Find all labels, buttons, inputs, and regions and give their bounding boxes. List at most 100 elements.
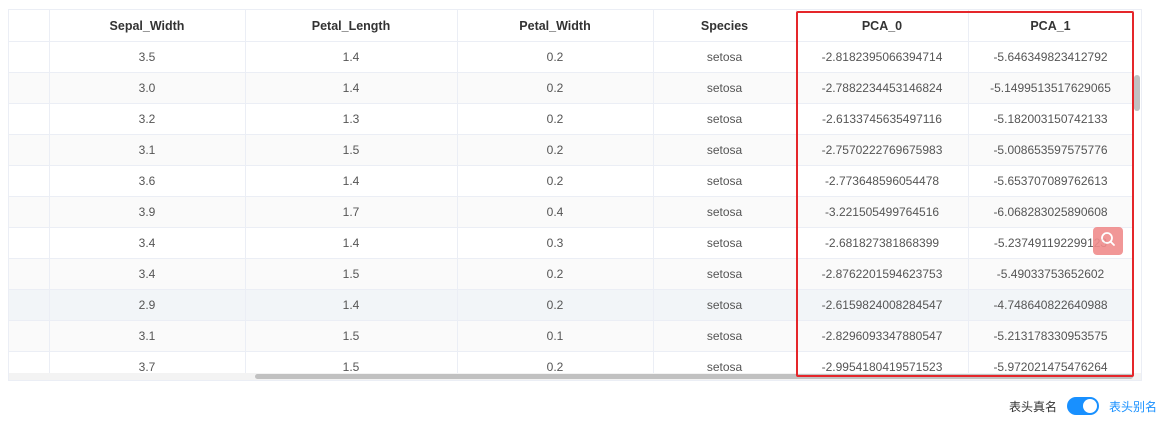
horizontal-scrollbar[interactable] (9, 373, 1141, 380)
table-cell (9, 134, 50, 166)
table-cell: -2.6133745635497116 (796, 103, 969, 135)
table-cell: 3.9 (49, 196, 246, 228)
table-cell: 3.4 (49, 258, 246, 290)
table-cell: 1.7 (245, 196, 458, 228)
table-cell: setosa (653, 134, 797, 166)
table-cell: 3.0 (49, 72, 246, 104)
table-cell: 3.5 (49, 41, 246, 73)
table-cell: -2.681827381868399 (796, 227, 969, 259)
table-row[interactable]: 2.9 1.4 0.2 setosa -2.6159824008284547 -4.748… (9, 289, 1134, 321)
toggle-label-alias[interactable]: 表头别名 (1109, 398, 1157, 415)
table-cell: setosa (653, 41, 797, 73)
header-name-toggle-bar: 表头真名 表头别名 (1009, 397, 1157, 415)
table-cell: -5.008653597575776 (968, 134, 1134, 166)
table-cell: 3.6 (49, 165, 246, 197)
table-cell: -2.8762201594623753 (796, 258, 969, 290)
column-header-petal-length[interactable]: Petal_Length (245, 10, 458, 42)
table-cell: -5.646349823412792 (968, 41, 1134, 73)
table-row[interactable]: 3.4 1.5 0.2 setosa -2.8762201594623753 -5.490… (9, 258, 1134, 290)
table-cell (9, 227, 50, 259)
data-table-container: Sepal_Width Petal_Length Petal_Width Spe… (8, 9, 1142, 381)
table-cell: 1.3 (245, 103, 458, 135)
table-cell: -2.7882234453146824 (796, 72, 969, 104)
table-cell: setosa (653, 258, 797, 290)
column-header[interactable] (9, 10, 50, 42)
table-cell: 1.4 (245, 289, 458, 321)
table-cell: 0.2 (457, 72, 654, 104)
table-cell: 3.2 (49, 103, 246, 135)
table-cell: 0.2 (457, 134, 654, 166)
table-cell: -5.213178330953575 (968, 320, 1134, 352)
table-cell: setosa (653, 289, 797, 321)
table-row[interactable]: 3.1 1.5 0.1 setosa -2.8296093347880547 -5.213… (9, 320, 1134, 352)
table-cell: -2.7570222769675983 (796, 134, 969, 166)
column-header-species[interactable]: Species (653, 10, 797, 42)
table-row[interactable]: 3.9 1.7 0.4 setosa -3.221505499764516 -6.0682… (9, 196, 1134, 228)
horizontal-scrollbar-thumb[interactable] (255, 374, 1133, 379)
table-cell: 0.1 (457, 320, 654, 352)
vertical-scrollbar[interactable] (1133, 41, 1141, 371)
table-cell: -5.1499513517629065 (968, 72, 1134, 104)
vertical-scrollbar-thumb[interactable] (1134, 75, 1140, 111)
table-cell: 3.1 (49, 134, 246, 166)
table-cell: -2.8182395066394714 (796, 41, 969, 73)
data-table: Sepal_Width Petal_Length Petal_Width Spe… (9, 10, 1134, 380)
table-cell: 2.9 (49, 289, 246, 321)
toggle-label-real-name[interactable]: 表头真名 (1009, 398, 1057, 415)
switch-knob (1082, 399, 1097, 413)
table-cell (9, 196, 50, 228)
table-cell: 1.4 (245, 41, 458, 73)
table-cell: -5.49033753652602 (968, 258, 1134, 290)
table-row[interactable]: 3.4 1.4 0.3 setosa -2.681827381868399 -5.2374… (9, 227, 1134, 259)
table-cell (9, 289, 50, 321)
table-cell: 1.4 (245, 165, 458, 197)
search-icon (1100, 231, 1116, 252)
header-name-switch[interactable] (1066, 397, 1099, 415)
table-cell: 0.2 (457, 258, 654, 290)
table-cell (9, 72, 50, 104)
table-cell: -3.221505499764516 (796, 196, 969, 228)
table-row[interactable]: 3.6 1.4 0.2 setosa -2.773648596054478 -5.6537… (9, 165, 1134, 197)
table-cell: 1.4 (245, 72, 458, 104)
table-cell (9, 258, 50, 290)
table-cell: 0.4 (457, 196, 654, 228)
table-cell: -4.748640822640988 (968, 289, 1134, 321)
table-cell: 0.2 (457, 103, 654, 135)
column-header-petal-width[interactable]: Petal_Width (457, 10, 654, 42)
table-cell: 1.5 (245, 134, 458, 166)
table-cell: -5.182003150742133 (968, 103, 1134, 135)
table-cell: 0.2 (457, 165, 654, 197)
table-cell: setosa (653, 196, 797, 228)
table-cell: -2.8296093347880547 (796, 320, 969, 352)
column-header-pca-1[interactable]: PCA_1 (968, 10, 1134, 42)
table-cell (9, 41, 50, 73)
column-header-sepal-width[interactable]: Sepal_Width (49, 10, 246, 42)
table-cell (9, 165, 50, 197)
table-cell: 0.3 (457, 227, 654, 259)
table-cell: -2.773648596054478 (796, 165, 969, 197)
table-cell: 1.5 (245, 320, 458, 352)
table-cell: -5.653707089762613 (968, 165, 1134, 197)
table-cell: setosa (653, 320, 797, 352)
table-cell: 1.4 (245, 227, 458, 259)
table-cell: setosa (653, 227, 797, 259)
table-row[interactable]: 3.2 1.3 0.2 setosa -2.6133745635497116 -5.182… (9, 103, 1134, 135)
table-cell (9, 103, 50, 135)
table-cell: 3.1 (49, 320, 246, 352)
table-cell: setosa (653, 103, 797, 135)
table-cell (9, 320, 50, 352)
table-cell: 0.2 (457, 41, 654, 73)
column-header-pca-0[interactable]: PCA_0 (796, 10, 969, 42)
table-cell: 1.5 (245, 258, 458, 290)
table-cell: -2.6159824008284547 (796, 289, 969, 321)
table-header-row: Sepal_Width Petal_Length Petal_Width Spe… (9, 10, 1134, 42)
table-cell: 0.2 (457, 289, 654, 321)
table-cell: setosa (653, 72, 797, 104)
table-row[interactable]: 3.5 1.4 0.2 setosa -2.8182395066394714 -5.646… (9, 41, 1134, 73)
table-row[interactable]: 3.1 1.5 0.2 setosa -2.7570222769675983 -5.008… (9, 134, 1134, 166)
table-cell: setosa (653, 165, 797, 197)
search-float-button[interactable] (1093, 227, 1123, 255)
table-row[interactable]: 3.0 1.4 0.2 setosa -2.7882234453146824 -5.149… (9, 72, 1134, 104)
table-cell: 3.4 (49, 227, 246, 259)
table-cell: -6.068283025890608 (968, 196, 1134, 228)
